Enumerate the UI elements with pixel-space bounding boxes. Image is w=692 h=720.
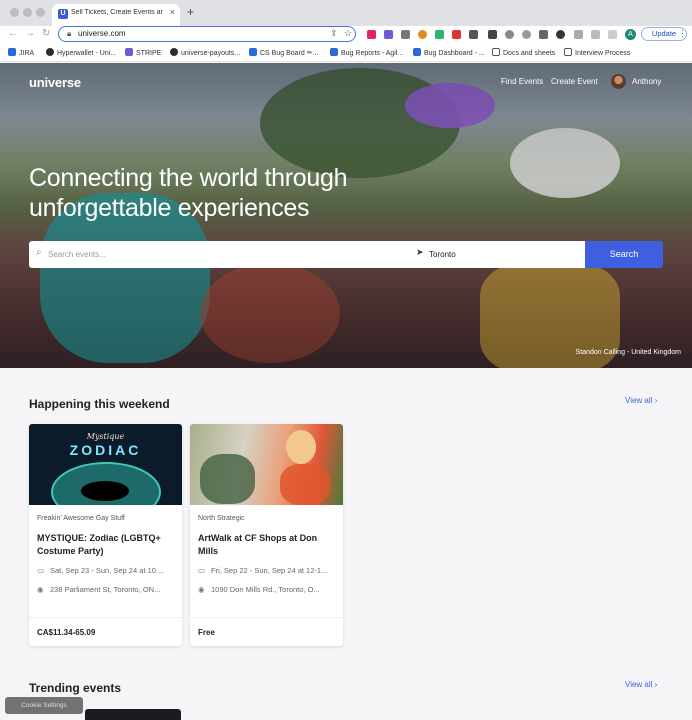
event-image-text: Mystique bbox=[86, 432, 125, 441]
more-menu-icon[interactable]: ⋮ bbox=[678, 28, 687, 39]
calendar-icon: ▭ bbox=[37, 566, 45, 575]
puzzle-icon[interactable] bbox=[574, 30, 583, 39]
new-tab-icon[interactable]: + bbox=[187, 5, 194, 19]
calendar-icon: ▭ bbox=[198, 566, 206, 575]
bookmark-item[interactable]: CS Bug Board ✏... bbox=[249, 48, 318, 57]
extension-icon[interactable] bbox=[469, 30, 478, 39]
extension-icon[interactable] bbox=[452, 30, 461, 39]
bookmarks-bar: JIRA Hyperwallet - Uni... STRIPE univers… bbox=[0, 44, 692, 62]
event-card[interactable]: Mystique ZODIAC Freakin' Awesome Gay Stu… bbox=[29, 424, 182, 646]
event-organizer: Freakin' Awesome Gay Stuff bbox=[37, 515, 125, 522]
bookmark-item[interactable]: STRIPE bbox=[125, 48, 161, 57]
event-organizer: North Strategic bbox=[198, 515, 245, 522]
window-zoom-icon[interactable] bbox=[36, 8, 45, 17]
back-icon[interactable]: ← bbox=[8, 28, 18, 39]
event-address: ◉ 1090 Don Mills Rd., Toronto, O... bbox=[198, 585, 320, 594]
browser-tab[interactable]: U Sell Tickets, Create Events and × bbox=[52, 4, 180, 26]
share-icon[interactable]: ⇪ bbox=[330, 28, 338, 39]
section-title-trending: Trending events bbox=[29, 681, 122, 695]
reload-icon[interactable]: ↻ bbox=[42, 28, 50, 39]
browser-tab-bar: U Sell Tickets, Create Events and × + bbox=[0, 0, 692, 26]
jira-icon bbox=[249, 48, 257, 56]
profile-avatar[interactable]: A bbox=[625, 29, 636, 40]
universe-logo[interactable]: universe bbox=[29, 75, 81, 90]
extension-icon[interactable] bbox=[401, 30, 410, 39]
extension-icon[interactable] bbox=[418, 30, 427, 39]
extension-icon[interactable] bbox=[435, 30, 444, 39]
search-input[interactable] bbox=[48, 247, 408, 262]
sidebar-icon[interactable] bbox=[608, 30, 617, 39]
bookmark-item[interactable]: JIRA bbox=[8, 48, 34, 57]
hero-banner: universe Find Events Create Event Anthon… bbox=[0, 63, 692, 368]
trending-event-card[interactable] bbox=[85, 709, 181, 720]
bookmark-item[interactable]: Hyperwallet - Uni... bbox=[46, 48, 116, 57]
extension-icon[interactable] bbox=[505, 30, 514, 39]
event-card[interactable]: North Strategic ArtWalk at CF Shops at D… bbox=[190, 424, 343, 646]
nav-find-events[interactable]: Find Events bbox=[501, 77, 543, 86]
event-date: ▭ Fri, Sep 22 - Sun, Sep 24 at 12-1... bbox=[198, 566, 328, 575]
view-all-weekend-link[interactable]: View all › bbox=[625, 396, 657, 405]
location-pin-icon: ◉ bbox=[37, 585, 44, 594]
view-all-trending-link[interactable]: View all › bbox=[625, 680, 657, 689]
chevron-right-icon: › bbox=[654, 396, 658, 405]
url-text: universe.com bbox=[78, 29, 126, 38]
location-input[interactable] bbox=[429, 247, 579, 262]
universe-icon bbox=[170, 48, 178, 56]
window-minimize-icon[interactable] bbox=[23, 8, 32, 17]
bookmark-star-icon[interactable]: ☆ bbox=[344, 28, 352, 39]
event-image-text: ZODIAC bbox=[69, 442, 142, 458]
lock-icon: 🔒︎ bbox=[67, 29, 72, 38]
jira-icon bbox=[8, 48, 16, 56]
section-title-weekend: Happening this weekend bbox=[29, 397, 170, 411]
stripe-icon bbox=[125, 48, 133, 56]
user-name[interactable]: Anthony bbox=[632, 77, 661, 86]
extension-icon[interactable] bbox=[367, 30, 376, 39]
bookmark-item[interactable]: universe-payouts... bbox=[170, 48, 240, 57]
location-pin-icon: ◉ bbox=[198, 585, 205, 594]
hero-title: Connecting the world through unforgettab… bbox=[29, 164, 348, 222]
tab-title: Sell Tickets, Create Events and bbox=[71, 9, 163, 16]
jira-icon bbox=[413, 48, 421, 56]
bookmark-folder[interactable]: Interview Process bbox=[564, 48, 630, 57]
bookmark-folder[interactable]: Docs and sheets bbox=[492, 48, 555, 57]
event-date: ▭ Sat, Sep 23 - Sun, Sep 24 at 10 ... bbox=[37, 566, 165, 575]
event-image: Mystique ZODIAC bbox=[29, 424, 182, 505]
location-arrow-icon: ➤ bbox=[416, 247, 424, 257]
universe-favicon-icon: U bbox=[58, 9, 68, 19]
extension-icon[interactable] bbox=[556, 30, 565, 39]
event-image bbox=[190, 424, 343, 505]
photo-credit: Standon Calling - United Kingdom bbox=[575, 349, 681, 356]
extension-icon[interactable] bbox=[488, 30, 497, 39]
folder-icon bbox=[492, 48, 500, 56]
extension-icon[interactable] bbox=[539, 30, 548, 39]
tab-close-icon[interactable]: × bbox=[170, 7, 175, 17]
cookie-settings-button[interactable]: Cookie Settings bbox=[5, 697, 83, 714]
hyperwallet-icon bbox=[46, 48, 54, 56]
bookmark-item[interactable]: Bug Reports - Agil... bbox=[330, 48, 403, 57]
event-price: CA$11.34-65.09 bbox=[37, 628, 96, 637]
forward-icon[interactable]: → bbox=[25, 28, 35, 39]
chevron-right-icon: › bbox=[654, 680, 658, 689]
jira-icon bbox=[330, 48, 338, 56]
browser-toolbar: ← → ↻ 🔒︎ universe.com ⇪ ☆ A Update ⋮ bbox=[0, 26, 692, 44]
search-icon: ⌕ bbox=[36, 247, 42, 258]
download-icon[interactable] bbox=[591, 30, 600, 39]
event-address: ◉ 238 Parliament St, Toronto, ON... bbox=[37, 585, 161, 594]
event-price: Free bbox=[198, 628, 215, 637]
event-search-bar: ⌕ ➤ bbox=[29, 241, 585, 268]
bookmark-item[interactable]: Bug Dashboard - ... bbox=[413, 48, 485, 57]
user-avatar[interactable] bbox=[611, 74, 626, 89]
address-bar[interactable]: 🔒︎ universe.com ⇪ ☆ bbox=[58, 26, 356, 42]
extension-icon[interactable] bbox=[522, 30, 531, 39]
window-close-icon[interactable] bbox=[10, 8, 19, 17]
folder-icon bbox=[564, 48, 572, 56]
event-title[interactable]: MYSTIQUE: Zodiac (LGBTQ+ Costume Party) bbox=[37, 532, 177, 558]
nav-create-event[interactable]: Create Event bbox=[551, 77, 598, 86]
search-button[interactable]: Search bbox=[585, 241, 663, 268]
event-title[interactable]: ArtWalk at CF Shops at Don Mills bbox=[198, 532, 338, 558]
extension-icon[interactable] bbox=[384, 30, 393, 39]
